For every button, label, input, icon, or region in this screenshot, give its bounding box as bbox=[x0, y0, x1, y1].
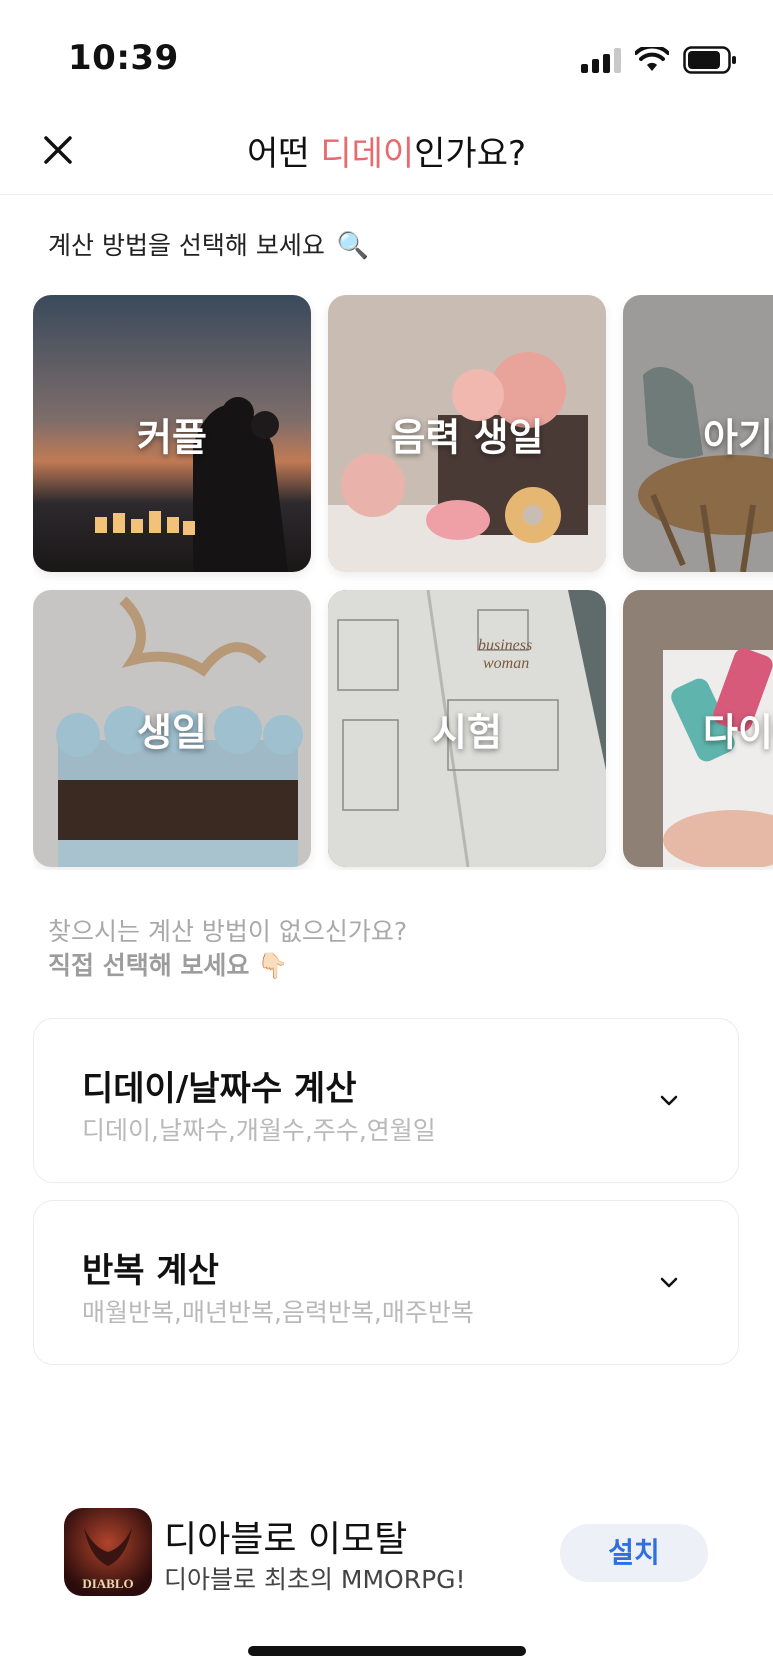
category-tile-diet[interactable]: 다이어 bbox=[623, 590, 773, 867]
category-label: 아기개 bbox=[703, 415, 773, 459]
status-icons bbox=[581, 44, 737, 76]
pointing-down-icon: 👇🏻 bbox=[257, 951, 289, 980]
app-icon: DIABLO bbox=[64, 1508, 152, 1596]
home-indicator[interactable] bbox=[248, 1646, 526, 1656]
section-hint: 계산 방법을 선택해 보세요 🔍 bbox=[48, 226, 369, 262]
category-grid: 커플 음력 생일 아기개 bbox=[33, 295, 773, 870]
manual-hint-line2: 직접 선택해 보세요 bbox=[48, 951, 250, 980]
ad-subtitle: 디아블로 최초의 MMORPG! bbox=[164, 1565, 466, 1594]
status-time: 10:39 bbox=[68, 38, 179, 78]
category-tile-birthday[interactable]: 생일 bbox=[33, 590, 311, 867]
diablo-logo: DIABLO bbox=[64, 1508, 152, 1596]
magnifier-icon: 🔍 bbox=[336, 231, 370, 261]
title-prefix: 어떤 bbox=[246, 134, 321, 174]
title-accent: 디데이 bbox=[320, 134, 415, 174]
category-label: 커플 bbox=[137, 415, 207, 459]
battery-icon bbox=[683, 46, 736, 74]
manual-hint: 찾으시는 계산 방법이 없으신가요? 직접 선택해 보세요 👇🏻 bbox=[48, 915, 407, 983]
dropdown-subtitle: 매월반복,매년반복,음력반복,매주반복 bbox=[82, 1298, 474, 1327]
dday-calculation-dropdown[interactable]: 디데이/날짜수 계산 디데이,날짜수,개월수,주수,연월일 bbox=[33, 1018, 739, 1183]
page-title: 어떤 디데이인가요? bbox=[0, 126, 773, 175]
status-bar: 10:39 bbox=[0, 0, 773, 110]
repeat-calculation-dropdown[interactable]: 반복 계산 매월반복,매년반복,음력반복,매주반복 bbox=[33, 1200, 739, 1365]
title-suffix: 인가요? bbox=[414, 134, 527, 174]
svg-text:business: business bbox=[478, 637, 532, 654]
ad-title: 디아블로 이모탈 bbox=[164, 1519, 408, 1560]
category-label: 생일 bbox=[137, 710, 207, 754]
dropdown-subtitle: 디데이,날짜수,개월수,주수,연월일 bbox=[82, 1116, 436, 1145]
category-tile-exam[interactable]: business woman 시험 bbox=[328, 590, 606, 867]
category-label: 다이어 bbox=[703, 710, 773, 754]
wifi-icon bbox=[635, 47, 669, 71]
chevron-down-icon bbox=[660, 1095, 678, 1106]
header: 어떤 디데이인가요? bbox=[0, 110, 773, 195]
section-hint-text: 계산 방법을 선택해 보세요 bbox=[48, 231, 325, 260]
ad-banner[interactable]: DIABLO 디아블로 이모탈 디아블로 최초의 MMORPG! 설치 bbox=[0, 1500, 773, 1610]
install-button[interactable]: 설치 bbox=[560, 1524, 708, 1582]
category-tile-baby[interactable]: 아기개 bbox=[623, 295, 773, 572]
category-label: 시험 bbox=[432, 710, 502, 754]
svg-text:woman: woman bbox=[483, 655, 529, 672]
category-label: 음력 생일 bbox=[390, 415, 544, 459]
chevron-down-icon bbox=[660, 1277, 678, 1288]
cellular-signal-icon bbox=[581, 47, 621, 73]
dropdown-title: 반복 계산 bbox=[82, 1251, 219, 1291]
category-tile-lunar-birthday[interactable]: 음력 생일 bbox=[328, 295, 606, 572]
app-icon-label: DIABLO bbox=[82, 1576, 133, 1591]
manual-hint-line1: 찾으시는 계산 방법이 없으신가요? bbox=[48, 917, 408, 946]
dropdown-title: 디데이/날짜수 계산 bbox=[82, 1069, 357, 1109]
category-tile-couple[interactable]: 커플 bbox=[33, 295, 311, 572]
